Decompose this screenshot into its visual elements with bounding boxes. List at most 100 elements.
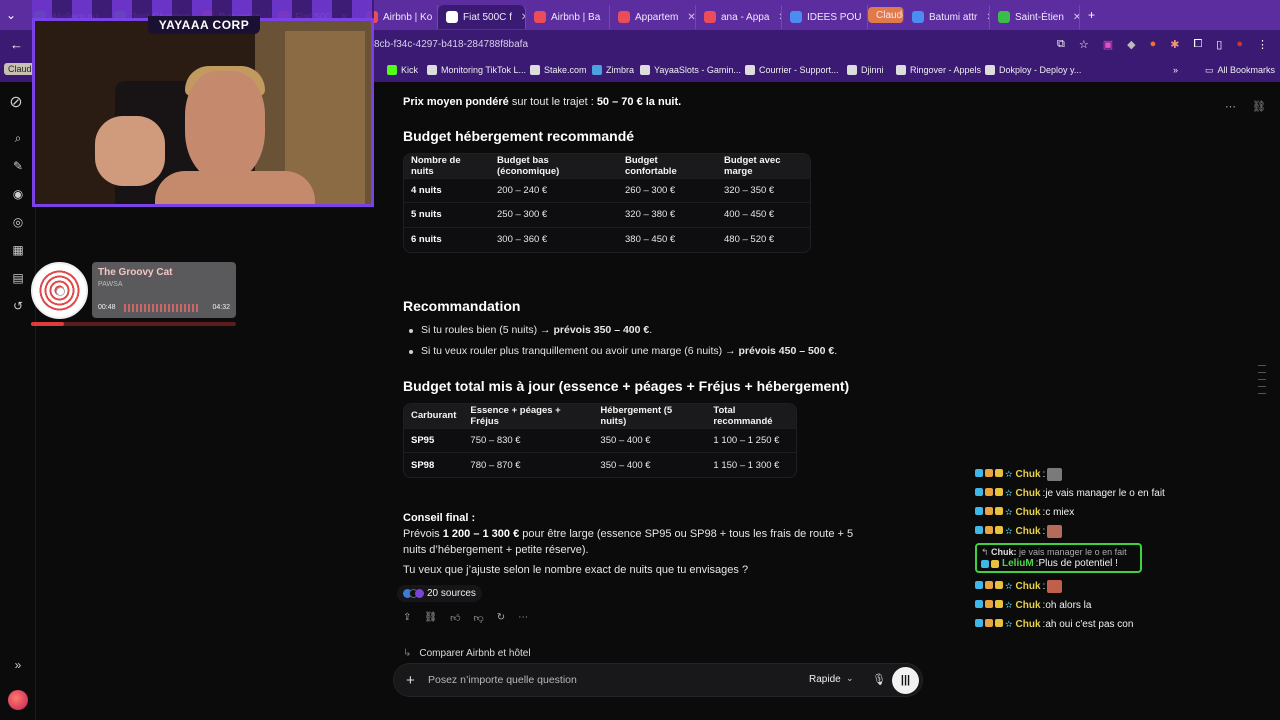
expand-sidebar-icon[interactable]: » xyxy=(11,658,25,672)
bookmark-label: Zimbra xyxy=(606,65,635,75)
microphone-icon[interactable]: 🎙︎ xyxy=(872,673,886,686)
bookmark-item[interactable]: Stake.com xyxy=(530,65,587,75)
chat-badges-icon: ✫ xyxy=(975,469,1013,480)
bookmark-label: YayaaSlots - Gamin... xyxy=(654,65,741,75)
browser-tab[interactable]: ana - Appa✕ xyxy=(696,5,782,29)
attach-plus-icon[interactable]: + xyxy=(406,672,415,689)
table-row: SP95 750 – 830 €350 – 400 €1 100 – 1 250 … xyxy=(404,427,797,453)
browser-tab[interactable]: Claude xyxy=(868,7,904,23)
bookmark-item[interactable]: Dokploy - Deploy y... xyxy=(985,65,1081,75)
history-icon[interactable]: ↺ xyxy=(11,299,25,313)
chat-username: Chuk xyxy=(1015,488,1041,499)
chat-separator: : xyxy=(1042,581,1046,592)
thread-actions: ⋯ ⛓ xyxy=(1225,100,1266,113)
browser-tab[interactable]: Saint-Étien ✕ xyxy=(990,5,1080,29)
rewrite-icon[interactable]: ↻ xyxy=(497,612,505,624)
extension-icon[interactable]: ◆ xyxy=(1127,38,1135,51)
table-cell: 1 100 – 1 250 € xyxy=(706,427,797,453)
user-avatar[interactable] xyxy=(8,690,28,710)
extension-icon[interactable]: ✱ xyxy=(1170,38,1179,51)
chat-username: Chuk xyxy=(1015,507,1041,518)
bookmark-star-icon[interactable]: ☆ xyxy=(1079,38,1089,51)
discover-icon[interactable]: ◉ xyxy=(11,187,25,201)
extension-icon[interactable]: ▣ xyxy=(1103,38,1113,51)
sources-button[interactable]: 20 sources xyxy=(397,585,482,602)
bookmarks-overflow-icon[interactable]: » xyxy=(1173,65,1178,75)
thumbs-up-icon[interactable]: 👍︎ xyxy=(450,612,460,624)
column-header: Budget confortable xyxy=(618,154,717,178)
profile-icon[interactable]: ● xyxy=(1236,38,1243,51)
tab-label: IDEES POU xyxy=(807,11,862,23)
browser-tab[interactable]: Appartem ✕ xyxy=(610,5,696,29)
share-icon[interactable]: ⇪ xyxy=(403,612,411,624)
table-cell: 320 – 350 € xyxy=(717,177,810,203)
reply-message: LeliuM: Plus de potentiel ! xyxy=(981,558,1136,569)
table-cell: SP95 xyxy=(404,427,464,453)
perplexity-logo-icon[interactable]: ⊘ xyxy=(9,95,23,111)
extension-icon[interactable]: ● xyxy=(1150,38,1157,51)
track-duration: 04:32 xyxy=(212,304,230,311)
browser-tab[interactable]: Batumi attr✕ xyxy=(904,5,990,29)
more-options-icon[interactable]: ⋯ xyxy=(1225,100,1236,113)
tab-label: Airbnb | Ba xyxy=(551,11,601,23)
chat-badges-icon: ✫ xyxy=(975,526,1013,537)
source-favicons-icon xyxy=(403,589,424,598)
library-icon[interactable]: ▤ xyxy=(11,271,25,285)
compose-icon[interactable]: ✎ xyxy=(11,159,25,173)
more-icon[interactable]: ⋯ xyxy=(518,612,528,624)
avg-price-prefix: Prix moyen pondéré xyxy=(403,96,509,108)
ask-input[interactable]: Posez n’importe quelle question xyxy=(428,674,577,686)
all-bookmarks[interactable]: ▭ All Bookmarks xyxy=(1205,65,1275,76)
puzzle-icon[interactable]: ⧠ xyxy=(1193,38,1202,51)
bookmark-item[interactable]: YayaaSlots - Gamin... xyxy=(640,65,741,75)
bookmark-item[interactable]: Zimbra xyxy=(592,65,634,75)
chat-text: c miex xyxy=(1045,507,1075,518)
apps-icon[interactable]: ▦ xyxy=(11,243,25,257)
list-item: Si tu roules bien (5 nuits) → prévois 35… xyxy=(403,320,863,341)
tab-close-icon[interactable]: ✕ xyxy=(687,12,695,23)
bookmark-item[interactable]: Kick xyxy=(387,65,418,75)
back-icon[interactable]: ← xyxy=(10,37,23,52)
column-header: Carburant xyxy=(404,404,464,428)
bookmark-label: Ringover - Appels xyxy=(910,65,982,75)
list-item-amount: prévois 450 – 500 € xyxy=(738,345,835,357)
bookmark-label: Kick xyxy=(401,65,419,75)
chat-text: oh alors la xyxy=(1045,600,1092,611)
table-cell: 350 – 400 € xyxy=(593,427,707,453)
star-badge-icon: ✫ xyxy=(1005,600,1013,610)
bookmark-favicon-icon xyxy=(847,65,857,75)
new-tab-icon[interactable]: + xyxy=(1088,8,1108,22)
search-icon[interactable]: ⌕ xyxy=(11,131,25,145)
tab-search-icon[interactable]: ⌄ xyxy=(6,8,26,22)
install-icon[interactable]: ⧉ xyxy=(1057,38,1065,51)
budget-table: Nombre de nuits Budget bas (économique) Bu… xyxy=(403,153,811,253)
voice-mode-icon[interactable]: ||| xyxy=(892,667,919,694)
share-link-icon[interactable]: ⛓ xyxy=(1252,100,1266,113)
sidepanel-icon[interactable]: ▯ xyxy=(1216,38,1222,51)
chat-message: ✫ Chuk: c miex xyxy=(975,503,1175,522)
bookmark-item[interactable]: Courrier - Support... xyxy=(745,65,839,75)
url-text[interactable]: 8cb-f34c-4297-b418-284788f8bafa xyxy=(374,39,528,50)
browser-tab[interactable]: Fiat 500C f✕ xyxy=(438,5,526,29)
related-question[interactable]: ↳ Comparer Airbnb et hôtel xyxy=(403,648,531,659)
tab-label: Fiat 500C f xyxy=(463,11,512,23)
tab-close-icon[interactable]: ✕ xyxy=(1073,12,1079,23)
browser-tab[interactable]: IDEES POU✕ xyxy=(782,5,868,29)
link-icon[interactable]: ⛓ xyxy=(424,612,437,624)
menu-icon[interactable]: ⋮ xyxy=(1257,38,1268,51)
toolbar-icons: ⧉ ☆ ▣ ◆ ● ✱ ⧠ ▯ ● ⋮ xyxy=(1057,38,1268,51)
browser-tab[interactable]: Airbnb | Ba✕ xyxy=(526,5,610,29)
budget-heading: Budget hébergement recommandé xyxy=(403,128,635,144)
chat-username: Chuk xyxy=(1015,600,1041,611)
bookmark-item[interactable]: Djinni xyxy=(847,65,884,75)
chat-message: ✫ Chuk: ah oui c'est pas con xyxy=(975,615,1175,634)
spaces-icon[interactable]: ◎ xyxy=(11,215,25,229)
thumbs-down-icon[interactable]: 👎︎ xyxy=(474,612,484,624)
bookmark-item[interactable]: Ringover - Appels xyxy=(896,65,981,75)
mode-selector[interactable]: Rapide xyxy=(809,674,841,685)
chevron-down-icon[interactable]: ⌄ xyxy=(846,673,854,684)
total-budget-table: Carburant Essence + péages + Fréjus Héberg… xyxy=(403,403,798,478)
now-playing-widget: The Groovy Cat PAWSA 00:48 04:32 xyxy=(31,262,236,326)
chat-message: ✫ Chuk: oh alors la xyxy=(975,596,1175,615)
bookmark-item[interactable]: Monitoring TikTok L... xyxy=(427,65,526,75)
